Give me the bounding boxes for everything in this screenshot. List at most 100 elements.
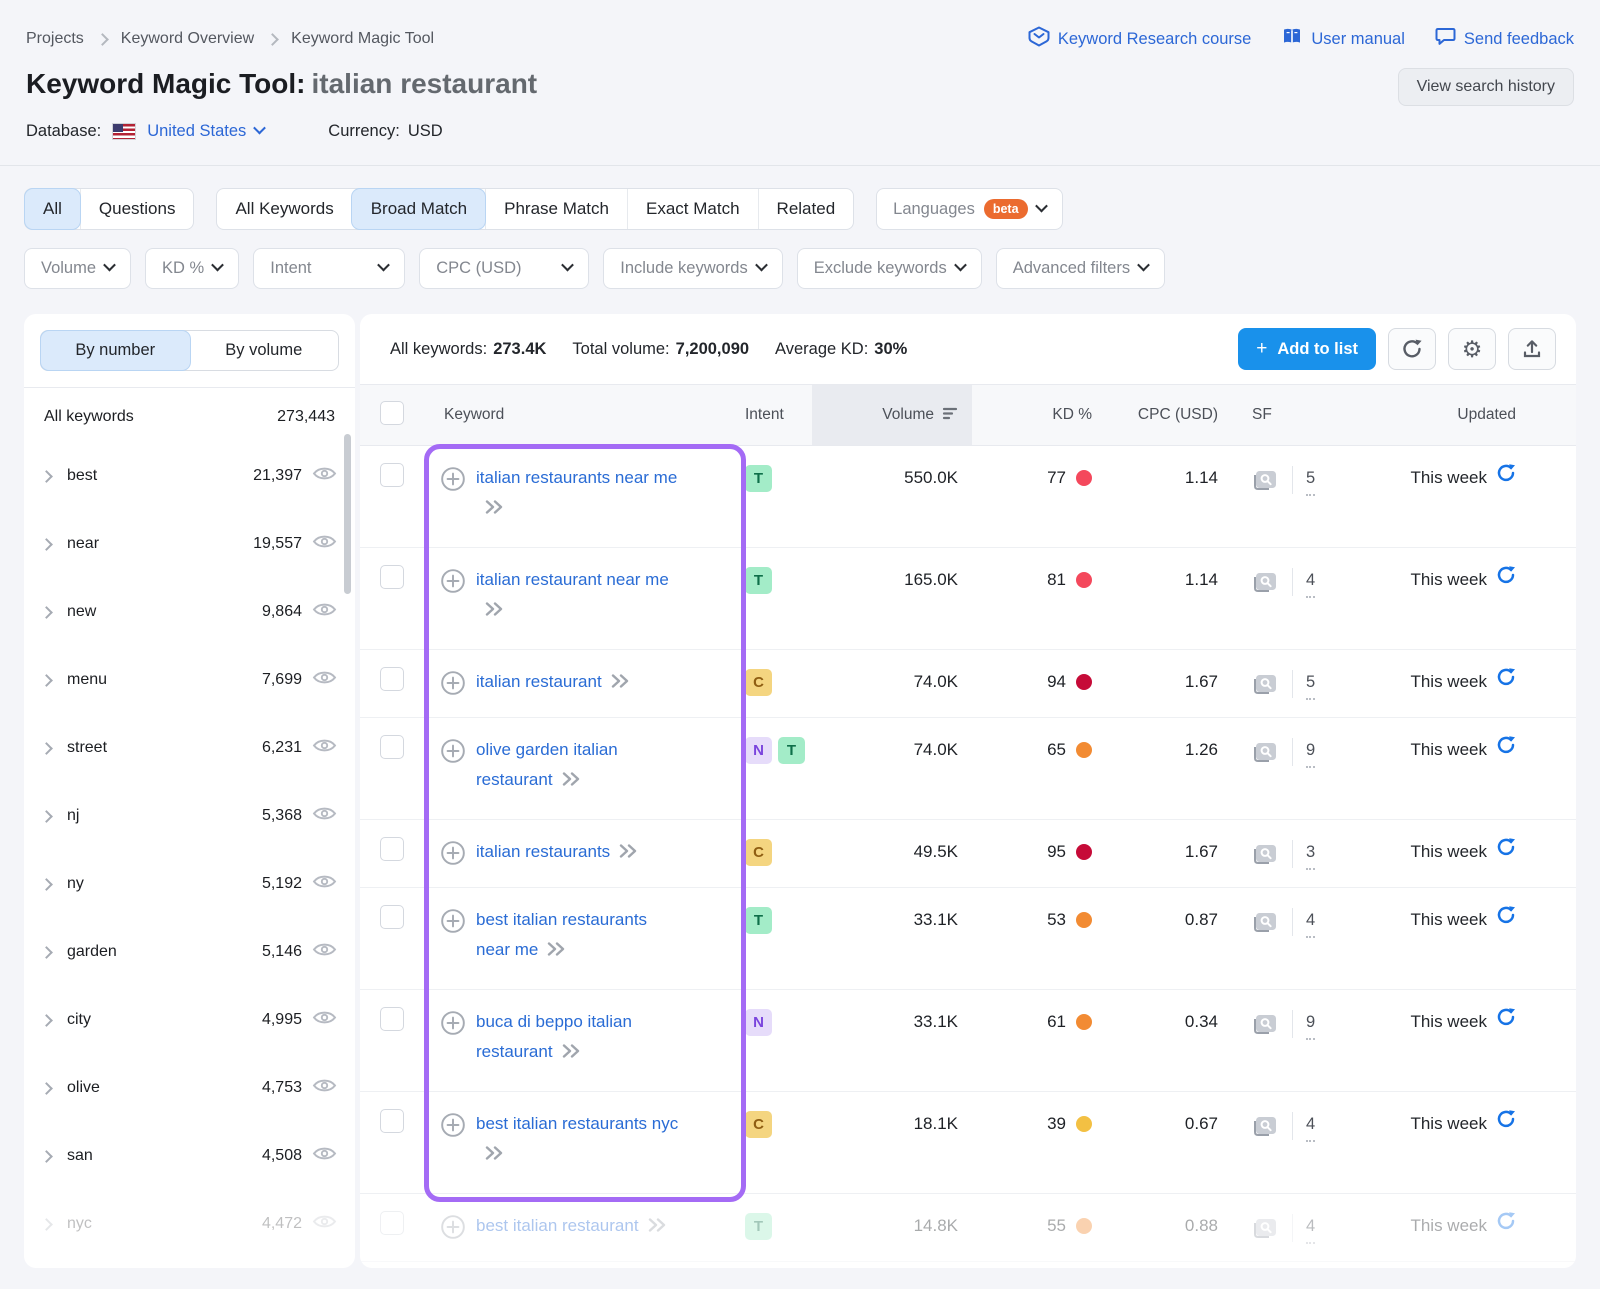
keyword-link[interactable]: italian restaurants [476, 842, 610, 861]
breadcrumb-projects[interactable]: Projects [26, 30, 84, 48]
tab-related[interactable]: Related [758, 189, 854, 229]
row-checkbox[interactable] [380, 837, 404, 861]
row-checkbox[interactable] [380, 1109, 404, 1133]
refresh-metrics-icon[interactable] [1496, 1109, 1516, 1139]
add-keyword-icon[interactable] [440, 466, 466, 502]
filter-exclude-keywords[interactable]: Exclude keywords [797, 248, 982, 289]
add-keyword-icon[interactable] [440, 738, 466, 774]
filter-cpc-usd-[interactable]: CPC (USD) [419, 248, 589, 289]
tab-broad-match[interactable]: Broad Match [352, 189, 485, 229]
filter-include-keywords[interactable]: Include keywords [603, 248, 782, 289]
row-checkbox[interactable] [380, 905, 404, 929]
row-checkbox[interactable] [380, 1211, 404, 1235]
refresh-metrics-icon[interactable] [1496, 1007, 1516, 1037]
sidebar-group-street[interactable]: street 6,231 [24, 714, 355, 782]
table-settings-button[interactable]: ⚙ [1448, 328, 1496, 370]
row-checkbox[interactable] [380, 463, 404, 487]
sort-by-number-tab[interactable]: By number [41, 331, 190, 370]
expand-keyword-icon[interactable] [561, 766, 581, 796]
view-search-history-button[interactable]: View search history [1398, 68, 1574, 106]
add-keyword-icon[interactable] [440, 568, 466, 604]
filter-kd-[interactable]: KD % [145, 248, 239, 289]
filter-volume[interactable]: Volume [24, 248, 131, 289]
eye-icon[interactable] [312, 1077, 337, 1099]
sf-count-link[interactable]: 5 [1306, 463, 1315, 496]
eye-icon[interactable] [312, 737, 337, 759]
add-keyword-icon[interactable] [440, 670, 466, 706]
eye-icon[interactable] [312, 873, 337, 895]
refresh-metrics-icon[interactable] [1496, 735, 1516, 765]
column-updated[interactable]: Updated [1344, 406, 1576, 424]
sf-count-link[interactable]: 9 [1306, 1007, 1315, 1040]
tab-questions[interactable]: Questions [80, 189, 194, 229]
refresh-metrics-icon[interactable] [1496, 1211, 1516, 1241]
keyword-link[interactable]: olive garden italian restaurant [476, 740, 618, 789]
sidebar-group-nj[interactable]: nj 5,368 [24, 782, 355, 850]
column-keyword[interactable]: Keyword [424, 406, 734, 424]
row-checkbox[interactable] [380, 667, 404, 691]
sidebar-scrollbar[interactable] [344, 434, 351, 594]
add-to-list-button[interactable]: + Add to list [1238, 328, 1376, 370]
column-intent[interactable]: Intent [734, 406, 812, 424]
refresh-metrics-icon[interactable] [1496, 667, 1516, 697]
row-checkbox[interactable] [380, 1007, 404, 1031]
eye-icon[interactable] [312, 941, 337, 963]
column-cpc[interactable]: CPC (USD) [1102, 406, 1232, 424]
expand-keyword-icon[interactable] [484, 494, 504, 524]
refresh-table-button[interactable] [1388, 328, 1436, 370]
sidebar-group-garden[interactable]: garden 5,146 [24, 918, 355, 986]
add-keyword-icon[interactable] [440, 1010, 466, 1046]
refresh-metrics-icon[interactable] [1496, 463, 1516, 493]
sidebar-group-nyc[interactable]: nyc 4,472 [24, 1190, 355, 1258]
keyword-link[interactable]: italian restaurants near me [476, 468, 677, 487]
add-keyword-icon[interactable] [440, 908, 466, 944]
sidebar-group-san[interactable]: san 4,508 [24, 1122, 355, 1190]
expand-keyword-icon[interactable] [484, 596, 504, 626]
send-feedback-link[interactable]: Send feedback [1435, 27, 1574, 51]
sf-count-link[interactable]: 3 [1306, 837, 1315, 870]
row-checkbox[interactable] [380, 735, 404, 759]
eye-icon[interactable] [312, 1009, 337, 1031]
expand-keyword-icon[interactable] [546, 936, 566, 966]
eye-icon[interactable] [312, 805, 337, 827]
keyword-research-course-link[interactable]: Keyword Research course [1028, 26, 1252, 52]
sf-count-link[interactable]: 9 [1306, 735, 1315, 768]
eye-icon[interactable] [312, 669, 337, 691]
serp-preview-icon[interactable] [1252, 570, 1279, 594]
refresh-metrics-icon[interactable] [1496, 837, 1516, 867]
add-keyword-icon[interactable] [440, 840, 466, 876]
tab-all[interactable]: All [25, 189, 80, 229]
column-volume[interactable]: Volume [812, 385, 972, 445]
sf-count-link[interactable]: 4 [1306, 1211, 1315, 1244]
keyword-link[interactable]: italian restaurant [476, 672, 602, 691]
sidebar-group-menu[interactable]: menu 7,699 [24, 646, 355, 714]
select-all-checkbox[interactable] [380, 401, 404, 425]
refresh-metrics-icon[interactable] [1496, 905, 1516, 935]
add-keyword-icon[interactable] [440, 1214, 466, 1250]
database-selector[interactable]: United States [147, 122, 264, 141]
sidebar-group-olive[interactable]: olive 4,753 [24, 1054, 355, 1122]
serp-preview-icon[interactable] [1252, 1012, 1279, 1036]
serp-preview-icon[interactable] [1252, 740, 1279, 764]
serp-preview-icon[interactable] [1252, 672, 1279, 696]
expand-keyword-icon[interactable] [610, 668, 630, 698]
filter-advanced-filters[interactable]: Advanced filters [996, 248, 1165, 289]
row-checkbox[interactable] [380, 565, 404, 589]
column-kd[interactable]: KD % [972, 406, 1102, 424]
sidebar-group-city[interactable]: city 4,995 [24, 986, 355, 1054]
export-button[interactable] [1508, 328, 1556, 370]
sidebar-group-new[interactable]: new 9,864 [24, 578, 355, 646]
eye-icon[interactable] [312, 1213, 337, 1235]
eye-icon[interactable] [312, 601, 337, 623]
serp-preview-icon[interactable] [1252, 1216, 1279, 1240]
sf-count-link[interactable]: 5 [1306, 667, 1315, 700]
expand-keyword-icon[interactable] [484, 1140, 504, 1170]
eye-icon[interactable] [312, 465, 337, 487]
column-sf[interactable]: SF [1232, 406, 1344, 424]
breadcrumb-keyword-overview[interactable]: Keyword Overview [121, 30, 254, 48]
tab-all-keywords[interactable]: All Keywords [217, 189, 351, 229]
sort-by-volume-tab[interactable]: By volume [190, 331, 339, 370]
sf-count-link[interactable]: 4 [1306, 905, 1315, 938]
expand-keyword-icon[interactable] [647, 1212, 667, 1242]
sf-count-link[interactable]: 4 [1306, 1109, 1315, 1142]
